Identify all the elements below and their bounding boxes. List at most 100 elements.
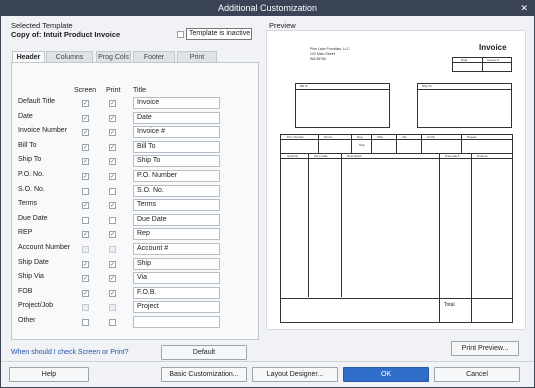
preview-po-header: Terms: [324, 135, 333, 139]
preview-bill-to-label: Bill To: [300, 84, 308, 88]
field-label: FOB: [18, 287, 33, 295]
preview-po-header: Ship: [377, 135, 384, 139]
title-input[interactable]: Bill To: [133, 140, 220, 153]
footer-divider: [1, 361, 534, 362]
preview-item-header: Description: [347, 154, 363, 158]
help-link[interactable]: When should I check Screen or Print?: [11, 349, 129, 356]
print-checkbox[interactable]: ✓: [109, 129, 116, 137]
title-input[interactable]: Date: [133, 111, 220, 124]
preview-date-hdr: Date: [461, 58, 468, 62]
title-input[interactable]: Terms: [133, 199, 220, 212]
default-button[interactable]: Default: [161, 345, 247, 360]
preview-items-table: Quantity Item Code Description Price Each Am…: [280, 153, 513, 323]
close-icon[interactable]: ✕: [520, 1, 528, 16]
preview-doc-title: Invoice: [479, 43, 507, 52]
print-checkbox[interactable]: ✓: [109, 114, 116, 122]
field-label: Invoice Number: [18, 127, 68, 135]
title-input[interactable]: Due Date: [133, 213, 220, 226]
print-checkbox[interactable]: ✓: [109, 202, 116, 210]
preview-ship-to-label: Ship To: [422, 84, 432, 88]
template-inactive-label: Template is inactive: [186, 28, 252, 40]
print-checkbox[interactable]: ✓: [109, 158, 116, 166]
title-input[interactable]: Via: [133, 272, 220, 285]
template-inactive-checkbox[interactable]: [177, 31, 184, 38]
preview-item-header: Item Code: [314, 154, 328, 158]
screen-checkbox[interactable]: [82, 187, 89, 195]
screen-checkbox[interactable]: ✓: [82, 158, 89, 166]
preview-po-row: P.O. Number Terms Rep Ship Via F.O.B. Project …: [280, 134, 513, 154]
basic-customization-button[interactable]: Basic Customization...: [161, 367, 247, 382]
preview-po-header: Rep: [357, 135, 363, 139]
field-label: Account Number: [18, 244, 71, 251]
field-label: Terms: [18, 200, 38, 208]
window-title: Additional Customization: [217, 3, 318, 13]
invoice-preview: Pine Lake Porcelain, LLC 123 Main Street…: [266, 30, 526, 330]
field-label: Default Title: [18, 98, 55, 105]
cancel-button[interactable]: Cancel: [434, 367, 520, 382]
screen-checkbox[interactable]: ✓: [82, 100, 89, 107]
layout-designer-button[interactable]: Layout Designer...: [252, 367, 338, 382]
preview-po-header: Via: [402, 135, 407, 139]
print-checkbox[interactable]: ✓: [109, 275, 116, 283]
ok-button[interactable]: OK: [343, 367, 429, 382]
print-preview-button[interactable]: Print Preview...: [451, 341, 519, 356]
preview-ship-to: Ship To: [417, 83, 512, 128]
preview-po-header: P.O. Number: [287, 135, 305, 139]
screen-checkbox[interactable]: ✓: [82, 260, 89, 268]
preview-item-header: Quantity: [287, 154, 299, 158]
title-input[interactable]: [133, 316, 220, 328]
title-input[interactable]: Ship To: [133, 155, 220, 168]
help-button[interactable]: Help: [9, 367, 89, 382]
screen-checkbox[interactable]: ✓: [82, 143, 89, 151]
field-label: Project/Job: [18, 302, 54, 310]
screen-checkbox[interactable]: [82, 216, 89, 224]
screen-checkbox[interactable]: ✓: [82, 275, 89, 283]
field-label: S.O. No.: [18, 185, 45, 193]
screen-checkbox[interactable]: ✓: [82, 114, 89, 122]
field-label: Ship Via: [18, 273, 44, 281]
title-input[interactable]: Rep: [133, 228, 220, 241]
title-input[interactable]: Account #: [133, 243, 220, 255]
field-label: Ship To: [18, 156, 42, 164]
print-checkbox[interactable]: ✓: [109, 231, 116, 239]
title-input[interactable]: Invoice #: [133, 126, 220, 139]
screen-checkbox[interactable]: ✓: [82, 231, 89, 239]
field-label: P.O. No.: [18, 171, 44, 178]
print-checkbox[interactable]: [109, 187, 116, 195]
title-bar: Additional Customization ✕: [1, 1, 534, 16]
print-checkbox[interactable]: [109, 216, 116, 224]
company-line: WA 98765: [310, 57, 327, 61]
print-checkbox[interactable]: ✓: [109, 143, 116, 151]
title-input[interactable]: F.O.B.: [133, 286, 220, 299]
preview-ship-label: Ship: [359, 143, 366, 147]
print-checkbox[interactable]: ✓: [109, 260, 116, 268]
title-input[interactable]: Invoice: [133, 97, 220, 109]
field-label: REP: [18, 229, 33, 237]
field-label: Due Date: [18, 214, 48, 222]
screen-checkbox[interactable]: [82, 246, 89, 253]
selected-template-label: Selected Template: [11, 21, 73, 30]
preview-invno-hdr: Invoice #: [487, 58, 500, 62]
template-name: Copy of: Intuit Product Invoice: [11, 30, 121, 39]
title-input[interactable]: Ship: [133, 257, 220, 270]
screen-checkbox[interactable]: [82, 319, 89, 326]
preview-po-header: Project: [467, 135, 477, 139]
print-checkbox[interactable]: ✓: [109, 289, 116, 297]
screen-checkbox[interactable]: ✓: [82, 289, 89, 297]
screen-checkbox[interactable]: ✓: [82, 129, 89, 137]
print-checkbox[interactable]: [109, 319, 116, 326]
screen-checkbox[interactable]: [82, 304, 89, 312]
print-checkbox[interactable]: [109, 246, 116, 253]
title-input[interactable]: Project: [133, 301, 220, 314]
title-input[interactable]: S.O. No.: [133, 184, 220, 197]
screen-checkbox[interactable]: ✓: [82, 202, 89, 210]
col-print-header: Print: [106, 87, 121, 94]
print-checkbox[interactable]: ✓: [109, 173, 116, 180]
title-input[interactable]: P.O. Number: [133, 170, 220, 182]
field-label: Ship Date: [18, 258, 49, 266]
print-checkbox[interactable]: [109, 304, 116, 312]
screen-checkbox[interactable]: ✓: [82, 173, 89, 180]
field-label: Other: [18, 317, 36, 324]
preview-label: Preview: [269, 21, 296, 30]
print-checkbox[interactable]: ✓: [109, 100, 116, 107]
